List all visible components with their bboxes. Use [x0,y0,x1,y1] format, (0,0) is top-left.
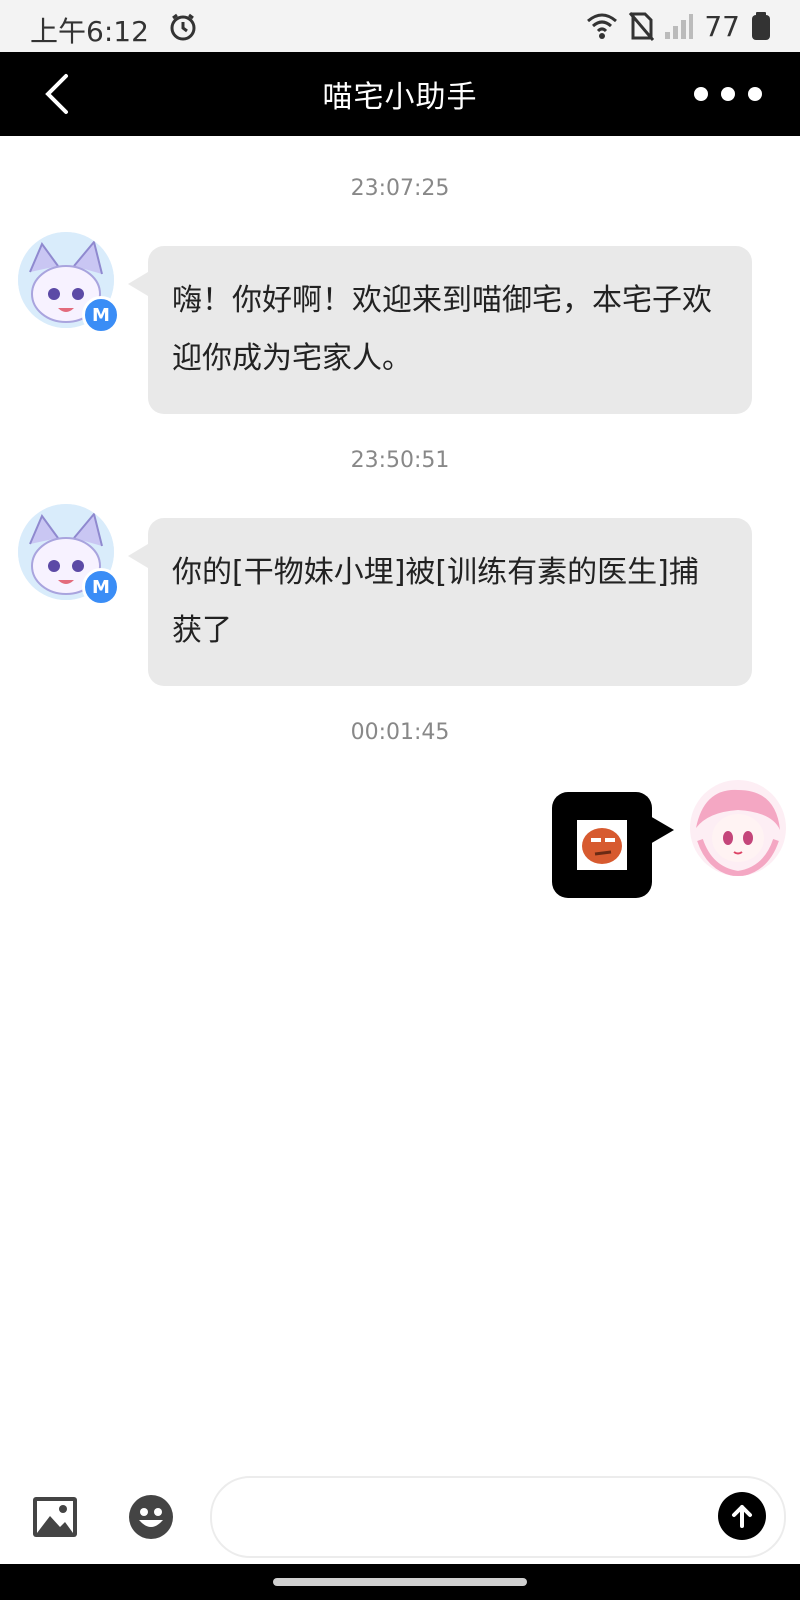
system-navigation-bar [0,1564,800,1600]
send-icon [732,1505,752,1528]
alarm-icon [170,13,196,41]
status-bar: 上午6:12 77 [0,0,800,52]
bot-badge-icon: M [82,296,120,334]
send-button[interactable] [718,1492,766,1540]
status-icons: 77 [586,8,772,44]
input-bar [0,1466,800,1564]
message-timestamp: 23:07:25 [350,176,450,201]
no-sim-icon [629,12,655,41]
sticker-image [577,820,627,870]
received-message-bubble[interactable]: 嗨！你好啊！欢迎来到喵御宅，本宅子欢迎你成为宅家人。 [128,246,752,414]
image-button[interactable] [32,1496,78,1542]
user-avatar[interactable] [690,780,786,876]
more-dot [721,87,735,101]
user-avatar-image [690,780,786,876]
message-timestamp: 00:01:45 [350,720,450,745]
more-dot [748,87,762,101]
message-text: 嗨！你好啊！欢迎来到喵御宅，本宅子欢迎你成为宅家人。 [172,283,712,376]
status-time: 上午6:12 [30,15,149,48]
chat-header: 喵宅小助手 [0,52,800,136]
chat-title: 喵宅小助手 [322,80,478,115]
sent-sticker-bubble[interactable] [552,792,674,898]
image-icon [33,1497,77,1537]
more-button[interactable] [694,78,762,110]
signal-icon [665,14,694,39]
bot-badge-icon: M [82,568,120,606]
message-input[interactable] [210,1476,786,1558]
wifi-icon [587,13,618,39]
battery-level: 77 [704,9,740,43]
received-message-bubble[interactable]: 你的[干物妹小埋]被[训练有素的医生]捕获了 [128,518,752,686]
message-timestamp: 23:50:51 [350,448,450,473]
emoji-icon [129,1495,173,1539]
emoji-button[interactable] [128,1494,174,1544]
more-icon [694,87,708,101]
home-indicator[interactable] [273,1578,527,1586]
bot-avatar[interactable]: M [18,232,120,334]
bot-avatar[interactable]: M [18,504,120,606]
battery-icon [752,12,770,40]
message-text: 你的[干物妹小埋]被[训练有素的医生]捕获了 [172,555,699,648]
